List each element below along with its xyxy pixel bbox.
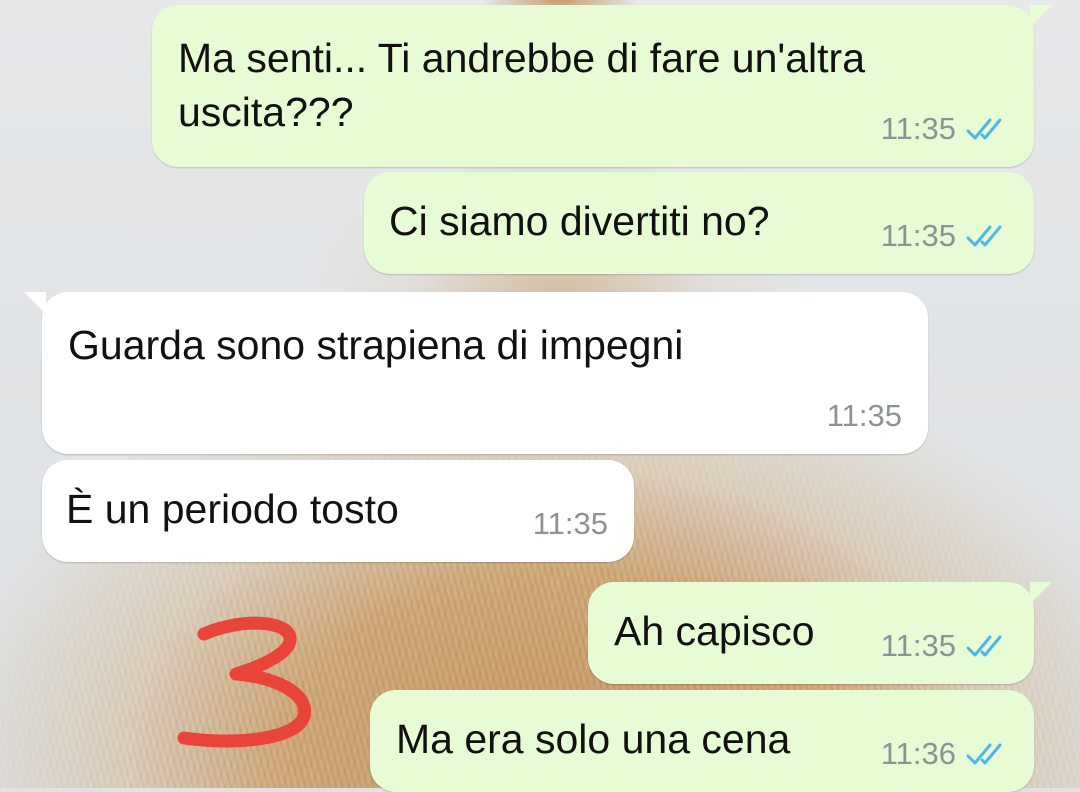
message-time: 11:35	[826, 398, 902, 433]
message-text: Guarda sono strapiena di impegni	[68, 322, 684, 368]
message-bubble-incoming[interactable]: È un periodo tosto 11:35	[42, 460, 634, 562]
message-text: Ah capisco	[614, 608, 815, 654]
message-text: È un periodo tosto	[66, 486, 399, 532]
double-check-icon	[966, 118, 1002, 140]
message-time: 11:36	[880, 736, 956, 771]
message-time: 11:35	[880, 111, 956, 146]
bubble-tail	[24, 292, 46, 314]
message-bubble-incoming[interactable]: Guarda sono strapiena di impegni 11:35	[24, 292, 928, 454]
double-check-icon	[966, 635, 1002, 657]
message-bubble-outgoing[interactable]: Ma senti... Ti andrebbe di fare un'altra…	[152, 5, 1052, 167]
message-meta: 11:35	[881, 628, 1012, 664]
message-bubble-outgoing[interactable]: Ah capisco 11:35	[588, 582, 1052, 684]
bubble-tail	[1030, 582, 1052, 604]
message-bubble-outgoing[interactable]: Ci siamo divertiti no? 11:35	[364, 172, 1034, 274]
message-text: uscita???	[178, 89, 354, 135]
message-text: Ci siamo divertiti no?	[389, 198, 770, 244]
bubble-tail	[1030, 5, 1052, 27]
message-time: 11:35	[880, 218, 956, 253]
message-meta: 11:35	[827, 398, 902, 434]
message-time: 11:35	[532, 506, 608, 541]
message-meta: 11:35	[533, 506, 608, 542]
message-meta: 11:35	[881, 111, 1012, 147]
message-meta: 11:35	[881, 218, 1012, 254]
message-text: Ma senti... Ti andrebbe di fare un'altra	[178, 35, 865, 81]
message-bubble-outgoing[interactable]: Ma era solo una cena 11:36	[370, 690, 1034, 792]
message-meta: 11:36	[881, 736, 1012, 772]
handwritten-number-annotation	[177, 616, 312, 748]
double-check-icon	[966, 743, 1002, 765]
message-text: Ma era solo una cena	[396, 716, 791, 762]
message-time: 11:35	[880, 628, 956, 663]
double-check-icon	[966, 225, 1002, 247]
